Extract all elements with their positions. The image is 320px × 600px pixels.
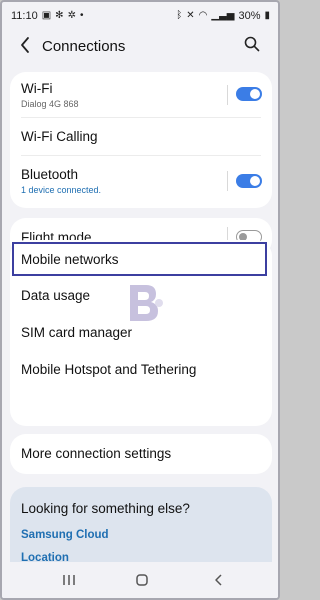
status-time: 11:10 xyxy=(11,10,38,22)
help-title: Looking for something else? xyxy=(21,501,190,516)
battery-icon: ▮ xyxy=(264,10,270,21)
more-connection-settings-label: More connection settings xyxy=(21,446,172,461)
bluetooth-toggle[interactable] xyxy=(236,174,262,188)
wifi-network-name: Dialog 4G 868 xyxy=(21,99,79,109)
divider xyxy=(227,171,228,191)
divider xyxy=(227,85,228,105)
signal-icon: ▁▃▅ xyxy=(211,10,235,21)
back-arrow-icon[interactable] xyxy=(18,35,32,55)
settings-icon: ✲ xyxy=(67,10,76,21)
sim-card-manager-label: SIM card manager xyxy=(21,325,133,340)
more-settings-card: More connection settings xyxy=(10,434,272,474)
wifi-row[interactable]: Wi-Fi Dialog 4G 868 xyxy=(10,72,272,118)
battery-percent: 30% xyxy=(238,10,261,22)
wifi-calling-label: Wi-Fi Calling xyxy=(21,129,98,144)
bluetooth-status: 1 device connected. xyxy=(21,185,102,195)
home-icon[interactable] xyxy=(132,572,152,588)
phone-screen: 11:10 ▣ ✻ ✲ • ᛒ ✕ ◠ ▁▃▅ 30% ▮ Connection… xyxy=(0,0,280,600)
mobile-hotspot-label: Mobile Hotspot and Tethering xyxy=(21,362,197,377)
search-icon[interactable] xyxy=(244,36,260,52)
mobile-hotspot-row[interactable]: Mobile Hotspot and Tethering xyxy=(10,352,272,389)
wifi-calling-row[interactable]: Wi-Fi Calling xyxy=(10,118,272,156)
page-title: Connections xyxy=(42,38,126,55)
bluetooth-label: Bluetooth xyxy=(21,167,79,182)
connectivity-card: Wi-Fi Dialog 4G 868 Wi-Fi Calling Blueto… xyxy=(10,72,272,208)
dot-icon: • xyxy=(79,10,84,21)
recent-apps-icon[interactable] xyxy=(59,572,79,588)
title-bar: Connections xyxy=(2,29,278,65)
highlight-box xyxy=(12,242,267,276)
wifi-toggle[interactable] xyxy=(236,87,262,101)
samsung-cloud-link[interactable]: Samsung Cloud xyxy=(21,529,109,541)
pinwheel-icon: ✻ xyxy=(55,10,64,21)
wifi-icon: ◠ xyxy=(198,10,208,21)
bluetooth-icon: ᛒ xyxy=(176,10,183,21)
back-icon[interactable] xyxy=(209,572,229,588)
watermark-logo-icon xyxy=(130,285,163,321)
more-connection-settings-row[interactable]: More connection settings xyxy=(10,434,272,474)
status-bar: 11:10 ▣ ✻ ✲ • ᛒ ✕ ◠ ▁▃▅ 30% ▮ xyxy=(2,4,278,28)
wifi-label: Wi-Fi xyxy=(21,81,53,96)
mute-icon: ✕ xyxy=(186,10,195,21)
bluetooth-row[interactable]: Bluetooth 1 device connected. xyxy=(10,156,272,208)
image-icon: ▣ xyxy=(41,10,52,21)
navigation-bar xyxy=(2,562,278,598)
